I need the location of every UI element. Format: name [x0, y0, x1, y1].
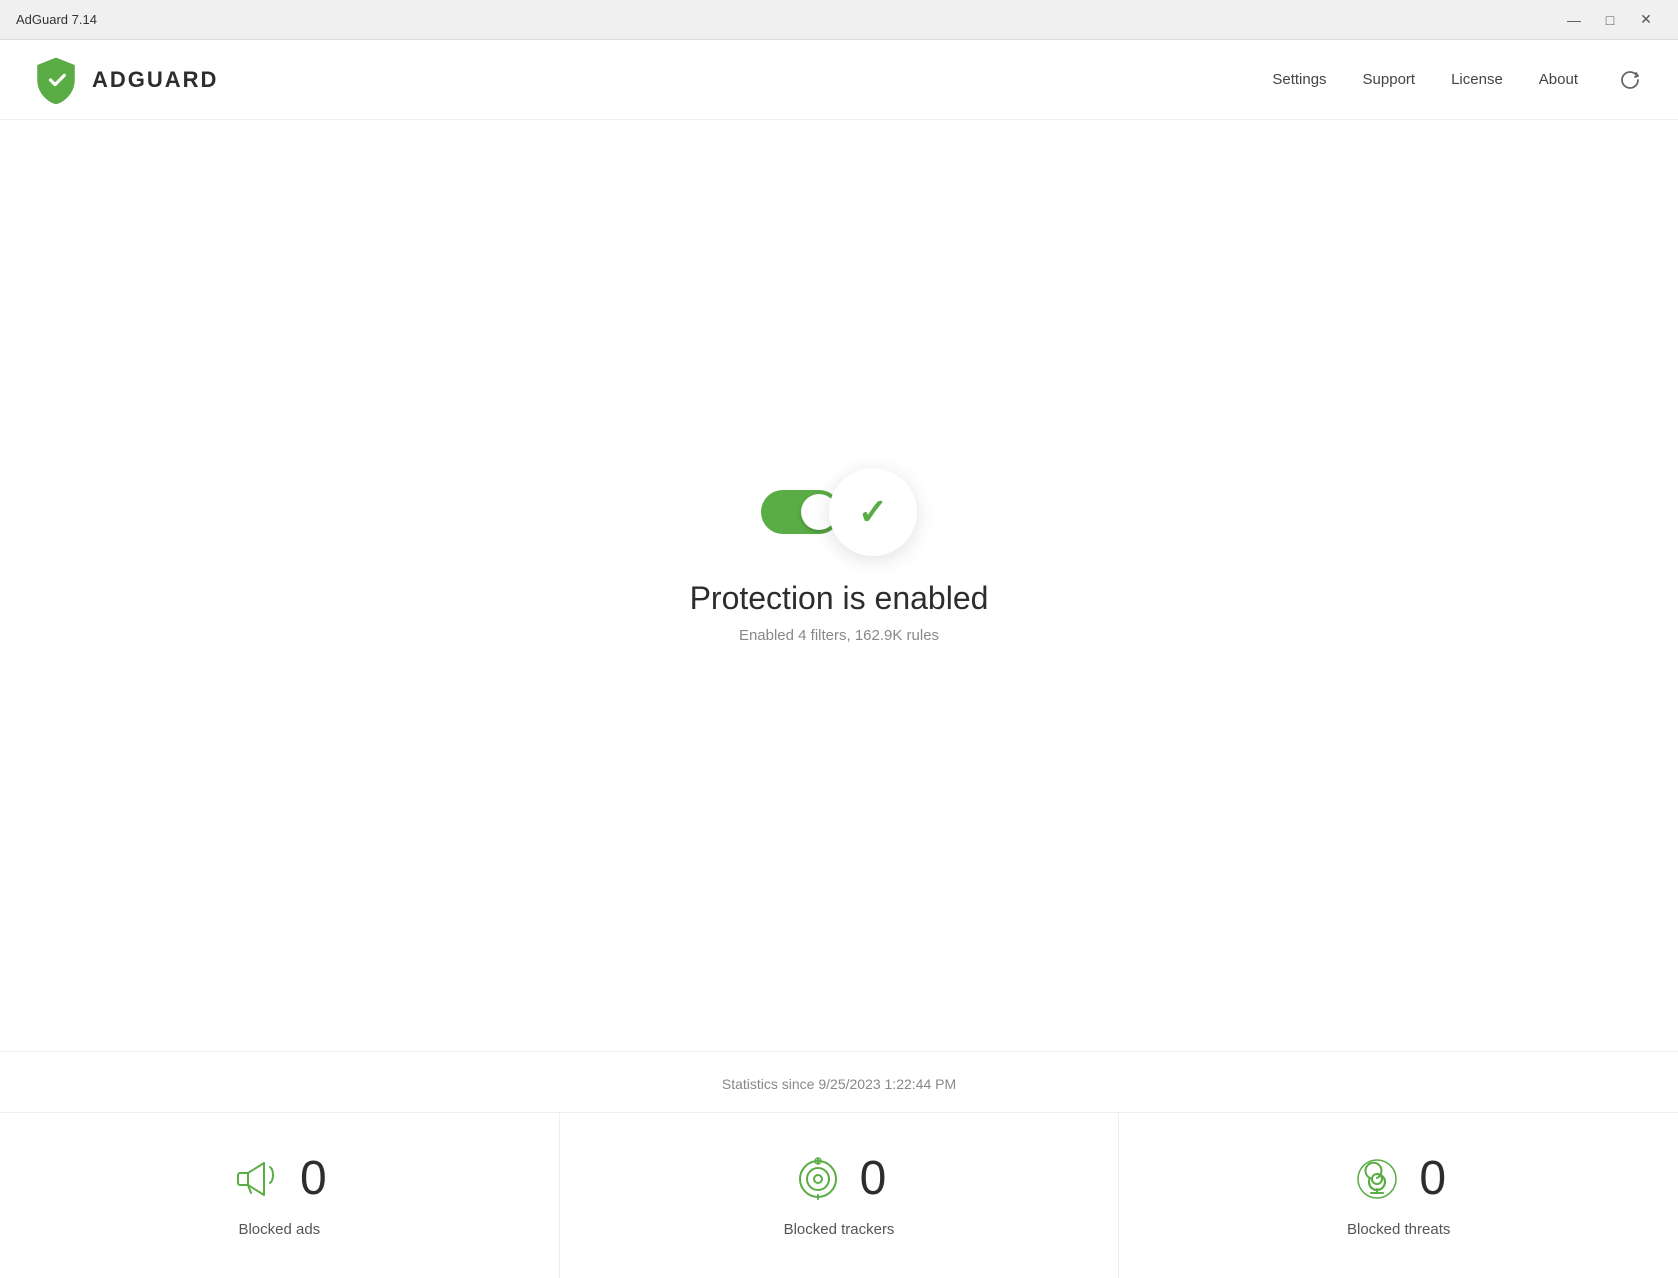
support-nav[interactable]: Support — [1363, 71, 1416, 88]
titlebar-title: AdGuard 7.14 — [16, 12, 97, 27]
stats-date: Statistics since 9/25/2023 1:22:44 PM — [0, 1052, 1678, 1113]
blocked-trackers-count: 0 — [860, 1155, 887, 1203]
blocked-trackers-label: Blocked trackers — [784, 1221, 895, 1238]
minimize-button[interactable]: — — [1558, 6, 1590, 34]
megaphone-icon — [232, 1153, 284, 1205]
logo-text: ADGUARD — [92, 67, 218, 93]
blocked-threats-count: 0 — [1419, 1155, 1446, 1203]
protection-toggle-area: ✓ — [761, 468, 917, 556]
check-circle: ✓ — [829, 468, 917, 556]
blocked-threats-stat: 0 Blocked threats — [1119, 1113, 1678, 1278]
settings-nav[interactable]: Settings — [1272, 71, 1326, 88]
blocked-threats-stat-top: 0 — [1351, 1153, 1446, 1205]
protection-status-subtitle: Enabled 4 filters, 162.9K rules — [739, 627, 939, 644]
blocked-trackers-stat: 0 Blocked trackers — [560, 1113, 1120, 1278]
refresh-button[interactable] — [1614, 64, 1646, 96]
blocked-ads-stat: 0 Blocked ads — [0, 1113, 560, 1278]
blocked-threats-label: Blocked threats — [1347, 1221, 1450, 1238]
stats-grid: 0 Blocked ads 0 Blocked t — [0, 1113, 1678, 1278]
adguard-logo-icon — [32, 56, 80, 104]
stats-section: Statistics since 9/25/2023 1:22:44 PM 0 … — [0, 1051, 1678, 1278]
blocked-ads-label: Blocked ads — [238, 1221, 320, 1238]
maximize-button[interactable]: □ — [1594, 6, 1626, 34]
target-icon — [792, 1153, 844, 1205]
window-controls: — □ ✕ — [1558, 6, 1662, 34]
nav-bar: Settings Support License About — [1272, 64, 1646, 96]
close-button[interactable]: ✕ — [1630, 6, 1662, 34]
blocked-ads-count: 0 — [300, 1155, 327, 1203]
main-content: ✓ Protection is enabled Enabled 4 filter… — [0, 120, 1678, 1051]
refresh-icon — [1619, 69, 1641, 91]
biohazard-icon — [1351, 1153, 1403, 1205]
blocked-ads-stat-top: 0 — [232, 1153, 327, 1205]
titlebar: AdGuard 7.14 — □ ✕ — [0, 0, 1678, 40]
about-nav[interactable]: About — [1539, 71, 1578, 88]
blocked-trackers-stat-top: 0 — [792, 1153, 887, 1205]
header: ADGUARD Settings Support License About — [0, 40, 1678, 120]
check-mark-icon: ✓ — [858, 491, 888, 533]
protection-status-title: Protection is enabled — [690, 580, 989, 617]
logo-area: ADGUARD — [32, 56, 1272, 104]
license-nav[interactable]: License — [1451, 71, 1503, 88]
app-window: ADGUARD Settings Support License About ✓ — [0, 40, 1678, 1278]
